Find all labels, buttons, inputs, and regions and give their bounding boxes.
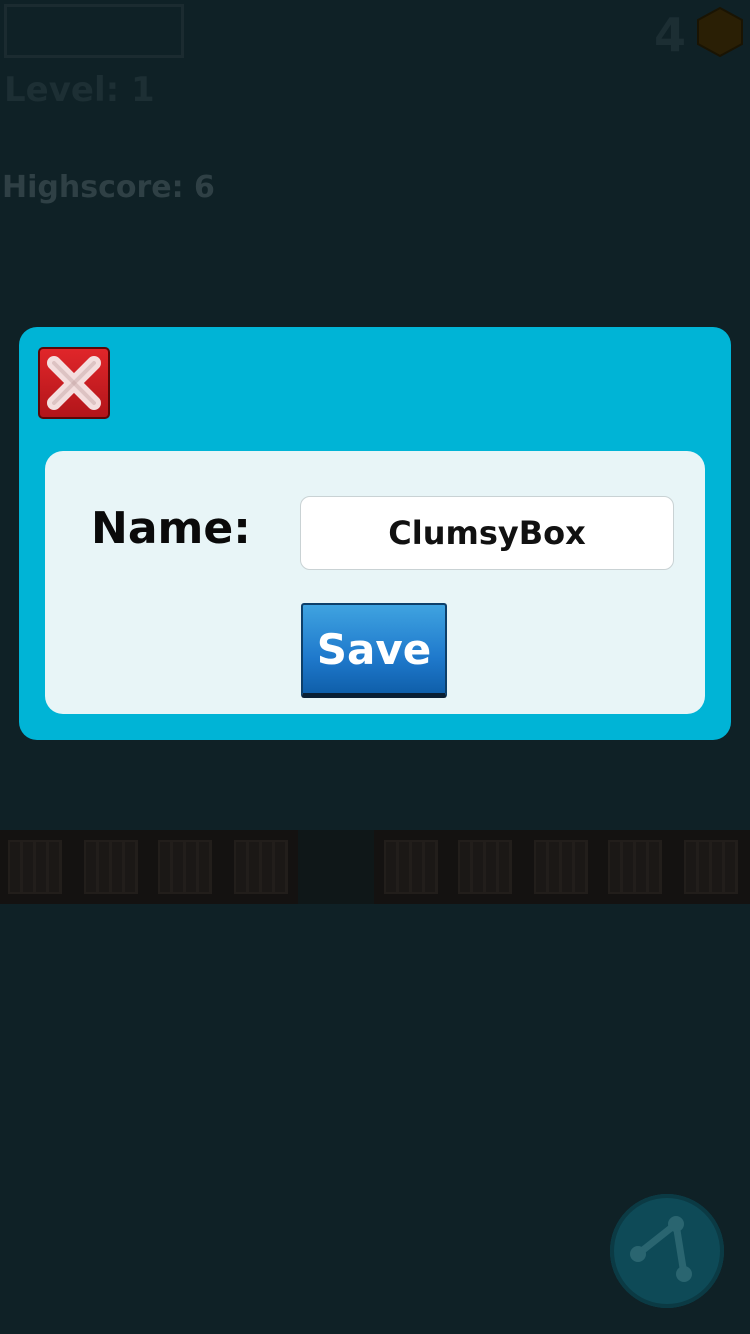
share-button[interactable] bbox=[610, 1194, 724, 1308]
close-button[interactable] bbox=[38, 347, 110, 419]
name-label: Name: bbox=[91, 503, 251, 554]
coin-count: 4 bbox=[653, 8, 686, 62]
dialog-panel: Name: Save bbox=[45, 451, 705, 714]
name-input[interactable] bbox=[300, 496, 674, 570]
highscore-label: Highscore: 6 bbox=[2, 170, 215, 205]
score-box bbox=[4, 4, 184, 58]
name-dialog: Name: Save bbox=[19, 327, 731, 740]
close-icon bbox=[47, 356, 101, 410]
platform-rail bbox=[0, 830, 750, 904]
coin-hexagon-icon bbox=[697, 6, 743, 58]
level-label: Level: 1 bbox=[4, 70, 155, 110]
save-button[interactable]: Save bbox=[301, 603, 447, 698]
share-icon bbox=[630, 1216, 692, 1282]
